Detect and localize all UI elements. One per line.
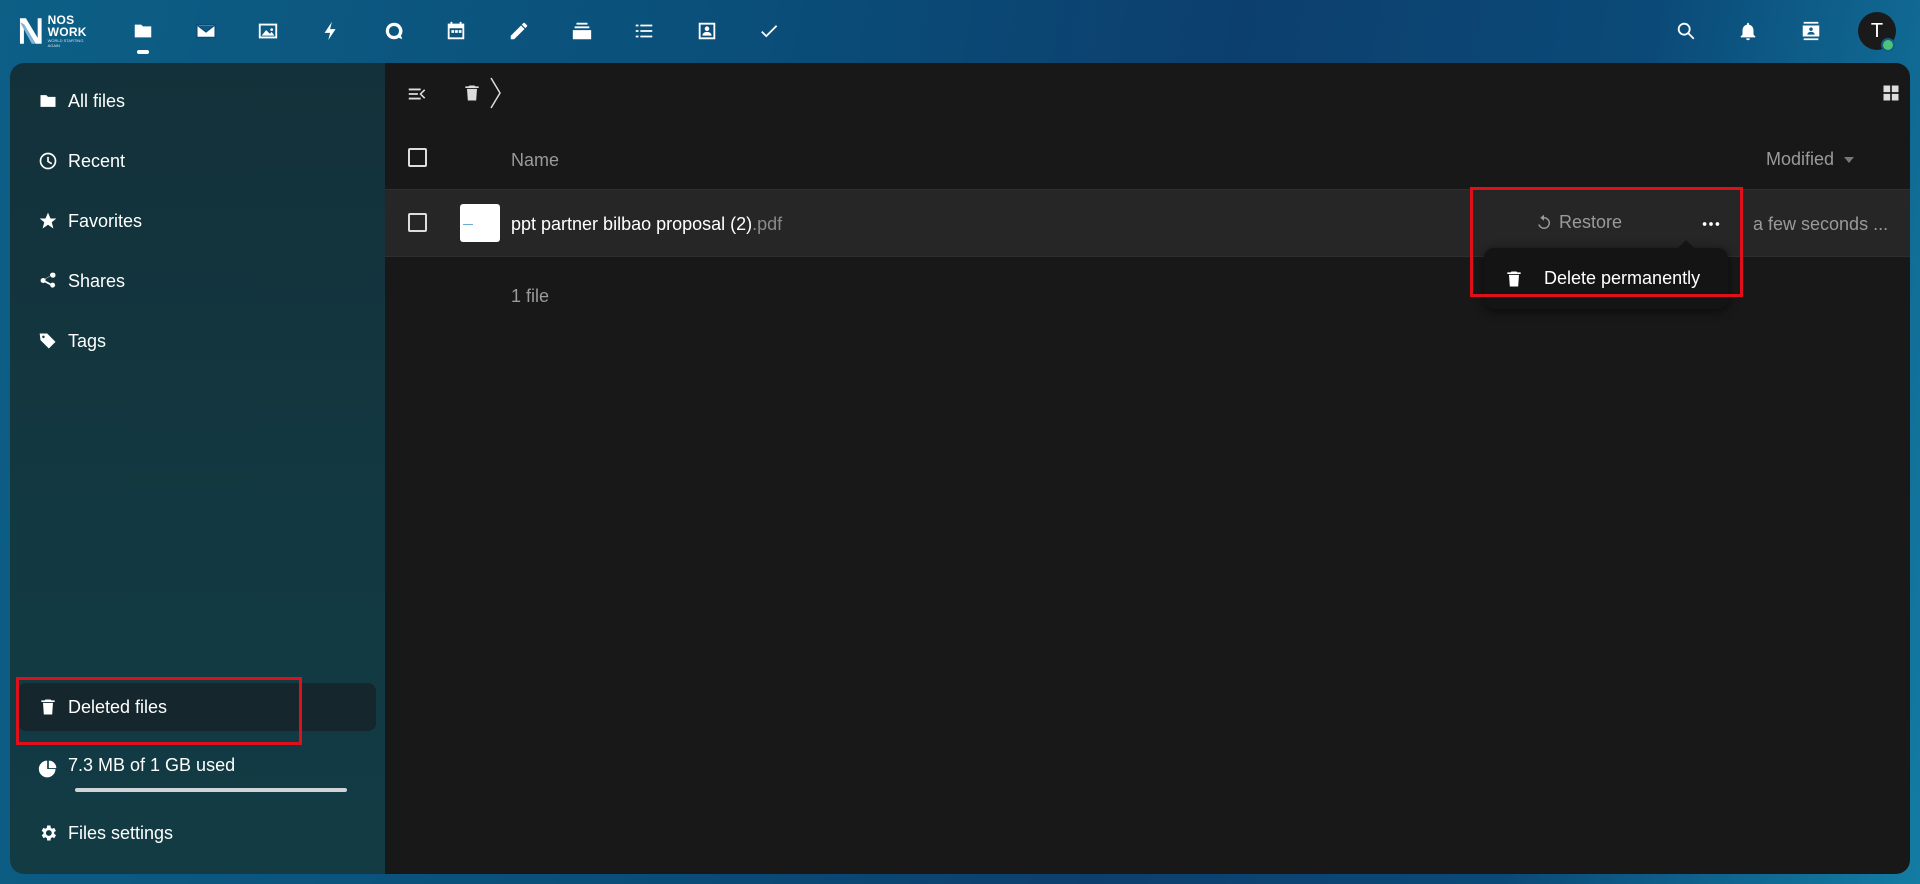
- trash-icon: [1507, 271, 1521, 286]
- grid-view-toggle[interactable]: [1877, 79, 1905, 107]
- pie-chart-icon: [38, 760, 57, 778]
- calendar-icon: [447, 21, 465, 40]
- files-app: All files Recent Favorites Shares Tags D…: [10, 63, 1910, 874]
- quota-progress-fill: [75, 788, 347, 792]
- nos-work-logo[interactable]: NOS WORK WORLD STARTING AGAIN: [18, 14, 96, 48]
- sidebar-item-favorites[interactable]: Favorites: [18, 197, 376, 245]
- bell-icon: [1740, 22, 1756, 41]
- app-notes[interactable]: [504, 16, 534, 46]
- sidebar-item-label: Shares: [68, 270, 126, 291]
- toggle-navigation-button[interactable]: [403, 80, 431, 108]
- row-select-checkbox[interactable]: [408, 213, 427, 232]
- more-horizontal-icon: [1702, 222, 1720, 226]
- app-calendar[interactable]: [441, 16, 471, 46]
- trash-icon: [41, 699, 55, 715]
- list-icon: [635, 24, 653, 38]
- file-thumbnail[interactable]: [460, 204, 500, 242]
- modified-time: a few seconds ...: [1753, 214, 1889, 234]
- gear-icon: [41, 825, 56, 841]
- app-activity[interactable]: [316, 16, 346, 46]
- notifications-button[interactable]: [1733, 16, 1763, 46]
- image-icon: [258, 23, 278, 39]
- delete-permanently-label: Delete permanently: [1544, 268, 1701, 288]
- restore-button[interactable]: Restore: [1535, 212, 1622, 233]
- star-icon: [39, 212, 57, 229]
- file-extension: .pdf: [752, 214, 783, 234]
- sidebar-item-label: Tags: [68, 330, 107, 351]
- app-contacts[interactable]: [692, 16, 722, 46]
- breadcrumb-trash[interactable]: [458, 79, 486, 107]
- sidebar-item-all-files[interactable]: All files: [18, 77, 376, 125]
- sort-descending-icon: [1844, 156, 1855, 163]
- sidebar-item-label: Deleted files: [68, 696, 168, 717]
- sidebar-item-label: Files settings: [68, 822, 174, 843]
- sidebar-item-deleted-files[interactable]: Deleted files: [18, 683, 376, 731]
- search-icon: [1677, 22, 1695, 40]
- sidebar-item-label: All files: [68, 90, 126, 111]
- search-button[interactable]: [1671, 16, 1701, 46]
- sidebar-item-label: Recent: [68, 150, 126, 171]
- logo-line2: WORK: [47, 25, 87, 39]
- file-name[interactable]: ppt partner bilbao proposal (2).pdf: [511, 214, 782, 235]
- app-deck[interactable]: [567, 16, 597, 46]
- app-photos[interactable]: [253, 16, 283, 46]
- app-mail[interactable]: [191, 16, 221, 46]
- folder-icon: [134, 24, 152, 38]
- active-app-indicator: [137, 50, 149, 54]
- top-bar: NOS WORK WORLD STARTING AGAIN T: [0, 0, 1920, 63]
- sidebar-item-tags[interactable]: Tags: [18, 317, 376, 365]
- actions-menu-button[interactable]: [1695, 208, 1727, 240]
- logo-tagline: WORLD STARTING AGAIN: [47, 38, 84, 48]
- menu-collapse-icon: [408, 88, 426, 100]
- checkmark-icon: [761, 25, 778, 38]
- deck-icon: [572, 22, 592, 40]
- restore-icon: [1538, 214, 1551, 229]
- breadcrumb-separator: [488, 75, 504, 111]
- grid-icon: [1883, 85, 1899, 101]
- share-icon: [40, 272, 56, 288]
- clock-icon: [39, 152, 57, 170]
- sidebar-files-settings[interactable]: Files settings: [18, 809, 376, 857]
- column-header-modified[interactable]: Modified: [1766, 149, 1855, 170]
- column-header-modified-label: Modified: [1766, 149, 1835, 169]
- online-status-indicator: [1881, 38, 1895, 52]
- file-basename: ppt partner bilbao proposal (2): [511, 214, 753, 234]
- sidebar-quota[interactable]: 7.3 MB of 1 GB used: [18, 745, 376, 793]
- file-list-area: Name Modified ppt partner bilbao proposa…: [385, 63, 1910, 874]
- contacts-icon: [698, 22, 716, 40]
- app-talk[interactable]: [379, 16, 409, 46]
- sidebar-item-shares[interactable]: Shares: [18, 257, 376, 305]
- quota-label: 7.3 MB of 1 GB used: [68, 754, 236, 775]
- sidebar-item-recent[interactable]: Recent: [18, 137, 376, 185]
- logo-n-icon: [19, 18, 42, 44]
- select-all-checkbox[interactable]: [408, 148, 427, 167]
- file-count-summary: 1 file: [511, 286, 550, 306]
- sidebar: All files Recent Favorites Shares Tags D…: [10, 63, 385, 874]
- contacts-menu-icon: [1802, 21, 1820, 41]
- folder-icon: [40, 95, 56, 107]
- column-header-name[interactable]: Name: [511, 150, 559, 171]
- contacts-menu-button[interactable]: [1796, 16, 1826, 46]
- app-files[interactable]: [128, 16, 158, 54]
- trash-icon: [465, 85, 479, 101]
- talk-icon: [385, 22, 403, 40]
- pencil-icon: [510, 22, 528, 40]
- restore-label: Restore: [1559, 212, 1623, 232]
- quota-progress-bar: [75, 788, 347, 792]
- app-tasks[interactable]: [629, 16, 659, 46]
- lightning-icon: [324, 21, 336, 41]
- app-checklist[interactable]: [754, 16, 784, 46]
- chevron-right-icon: [490, 77, 501, 109]
- tag-icon: [39, 333, 56, 349]
- sidebar-item-label: Favorites: [68, 210, 143, 231]
- mail-icon: [196, 23, 216, 39]
- delete-permanently-menu-item[interactable]: Delete permanently: [1484, 240, 1728, 309]
